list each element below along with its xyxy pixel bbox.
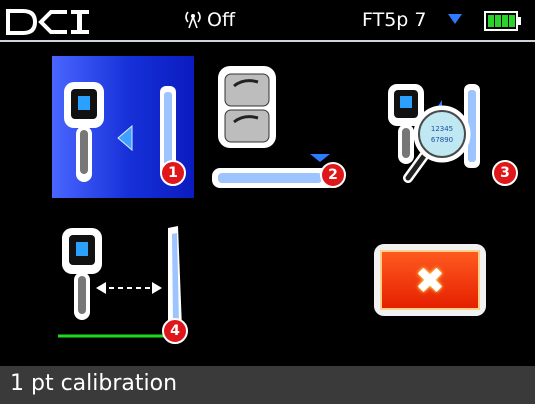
badge-3: 3 — [492, 160, 518, 186]
magnifier-line-1: 12345 — [431, 125, 453, 133]
close-x-icon: ✖ — [414, 261, 446, 302]
dci-logo — [6, 9, 89, 35]
signal-status-label: Off — [207, 9, 236, 31]
badge-4: 4 — [162, 318, 188, 344]
badge-1: 1 — [160, 160, 186, 186]
bottom-status-bar: 1 pt calibration — [0, 366, 535, 404]
down-triangle-icon — [448, 14, 462, 24]
cancel-button[interactable]: ✖ — [374, 244, 486, 316]
magnifier-line-2: 67890 — [431, 136, 453, 144]
badge-2: 2 — [320, 162, 346, 188]
tile-above-ground-range[interactable]: 2 — [210, 60, 346, 192]
cancel-button-face: ✖ — [380, 250, 480, 310]
status-divider — [0, 40, 535, 42]
antenna-signal-icon — [182, 8, 204, 34]
screen: Off FT5p 7 1 2 12345 67890 3 4 ✖ 1 pt ca… — [0, 0, 535, 404]
tile-distance-calibration[interactable]: 4 — [52, 222, 194, 344]
selected-item-label: 1 pt calibration — [10, 371, 178, 396]
tile-1pt-calibration[interactable]: 1 — [52, 56, 194, 198]
status-bar: Off FT5p 7 — [0, 0, 535, 42]
frequency-mode-label: FT5p 7 — [362, 9, 427, 31]
tile-transmitter-info[interactable]: 12345 67890 3 — [378, 60, 520, 192]
battery-icon — [484, 11, 521, 31]
